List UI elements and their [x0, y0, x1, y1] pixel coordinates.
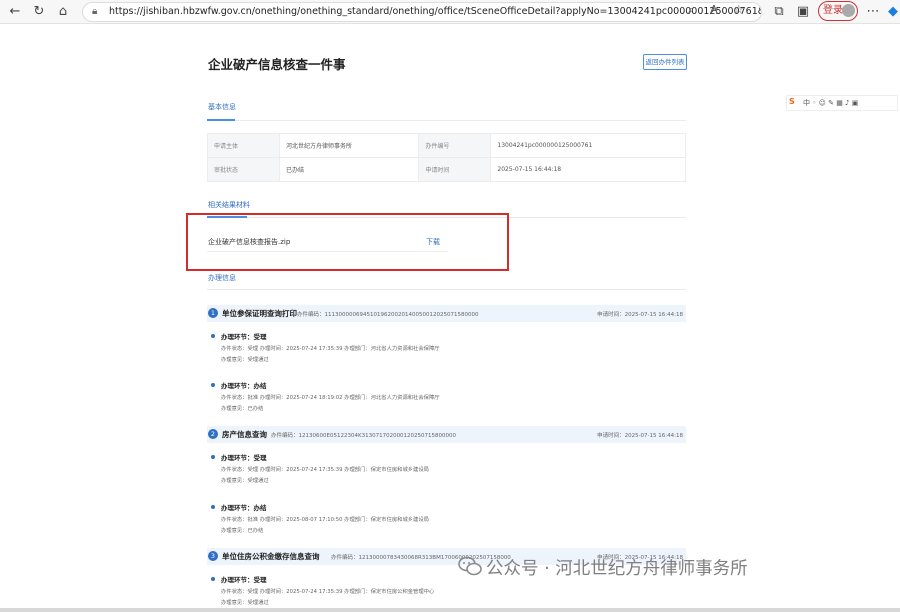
- step-header: 1 单位参保证明查询打印 办件编码：1113000006945101962002…: [207, 305, 686, 322]
- time-label: 申请时间: [418, 157, 492, 182]
- step-header: 2 房产信息查询 办件编码：12130600E05122304K31307170…: [207, 426, 686, 443]
- node-title: 办理环节：受理: [221, 576, 267, 584]
- zoom-icon[interactable]: ⌕: [688, 3, 694, 17]
- divider: [207, 289, 686, 290]
- time-value: 2025-07-15 16:44:18: [490, 157, 686, 182]
- highlight-box: [186, 213, 509, 271]
- taskbar-edge: [0, 608, 900, 612]
- node-dot: [211, 383, 215, 387]
- read-aloud-icon[interactable]: A: [710, 3, 718, 17]
- node-title: 办理环节：办结: [221, 504, 267, 512]
- step-time: 申请时间：2025-07-15 16:44:18: [597, 433, 683, 439]
- node-opinion: 办理意见：受理通过: [221, 478, 269, 484]
- node-title: 办理环节：受理: [221, 333, 267, 341]
- step-number: 3: [208, 551, 218, 561]
- status-label: 审批状态: [207, 157, 280, 182]
- favorite-star-icon[interactable]: ☆: [734, 3, 744, 17]
- node-opinion: 办理意见：受理通过: [221, 600, 269, 606]
- apply-no-value: 13004241pc000000125000761: [490, 133, 686, 158]
- ime-toolbar[interactable]: S 中 ◦ ☺ ✎ ▦ ♪ ▣: [786, 95, 898, 111]
- step-name: 房产信息查询: [222, 430, 267, 439]
- node-dot: [211, 334, 215, 338]
- page-content: 企业破产信息核查一件事 返回办件列表 基本信息 申请主体 河北世纪方舟律师事务所…: [0, 25, 900, 612]
- step-name: 单位住房公积金缴存信息查询: [222, 552, 320, 561]
- step-name: 单位参保证明查询打印: [222, 309, 297, 318]
- avatar: [842, 4, 855, 17]
- url-text: https://jishiban.hbzwfw.gov.cn/onething/…: [109, 6, 761, 17]
- step-code: 办件编码：11130000069451019620020140050012025…: [297, 312, 479, 318]
- step-number: 1: [208, 308, 218, 318]
- node-title: 办理环节：办结: [221, 382, 267, 390]
- node-detail: 办件状态：批准 办理时间：2025-07-24 18:19:02 办理部门：河北…: [221, 395, 440, 401]
- applicant-label: 申请主体: [207, 133, 280, 158]
- node-opinion: 办理意见：已办结: [221, 406, 264, 412]
- login-button[interactable]: 登录: [818, 1, 858, 21]
- step-number: 2: [208, 429, 218, 439]
- copilot-icon[interactable]: ◆: [884, 3, 900, 21]
- node-detail: 办件状态：受理 办理时间：2025-07-24 17:35:39 办理部门：河北…: [221, 346, 440, 352]
- basic-info-table: 申请主体 河北世纪方舟律师事务所 办件编号 13004241pc00000012…: [207, 133, 686, 182]
- applicant-value: 河北世纪方舟律师事务所: [278, 133, 420, 158]
- back-to-list-button[interactable]: 返回办件列表: [643, 54, 687, 70]
- login-label: 登录: [823, 5, 843, 16]
- more-icon[interactable]: ⋯: [864, 3, 882, 21]
- watermark: 公众号 · 河北世纪方舟律师事务所: [458, 555, 748, 580]
- node-detail: 办件状态：批准 办理时间：2025-08-07 17:10:50 办理部门：保定…: [221, 517, 429, 523]
- node-detail: 办件状态：受理 办理时间：2025-07-24 17:35:39 办理部门：保定…: [221, 467, 429, 473]
- address-bar[interactable]: 🔒︎ https://jishiban.hbzwfw.gov.cn/onethi…: [82, 2, 762, 22]
- browser-toolbar: ← ↻ ⌂ 🔒︎ https://jishiban.hbzwfw.gov.cn/…: [0, 0, 900, 24]
- tab-results[interactable]: 相关结果材料: [208, 200, 250, 210]
- node-detail: 办件状态：受理 办理时间：2025-07-24 17:35:39 办理部门：保定…: [221, 589, 435, 595]
- tab-underline: [207, 119, 235, 121]
- step-code: 办件编码：12130600E05122304K31307170200012025…: [271, 433, 457, 439]
- node-dot: [211, 505, 215, 509]
- sogou-icon: S: [789, 97, 795, 106]
- home-icon[interactable]: ⌂: [54, 3, 72, 21]
- tab-basic-info[interactable]: 基本信息: [208, 102, 236, 112]
- split-screen-icon[interactable]: ⧉: [770, 3, 788, 21]
- node-opinion: 办理意见：受理通过: [221, 357, 269, 363]
- page-title: 企业破产信息核查一件事: [208, 57, 346, 72]
- status-value: 已办结: [278, 157, 420, 182]
- node-dot: [211, 577, 215, 581]
- ime-tools-icon: 中 ◦ ☺ ✎ ▦ ♪ ▣: [803, 99, 859, 107]
- node-opinion: 办理意见：已办结: [221, 528, 264, 534]
- apply-no-label: 办件编号: [418, 133, 492, 158]
- watermark-text: 公众号 · 河北世纪方舟律师事务所: [486, 559, 748, 579]
- divider: [207, 120, 686, 121]
- extension-icon[interactable]: ▣: [794, 3, 812, 21]
- step-code: 办件编码：12130000783430068R313BM170060002025…: [331, 555, 511, 561]
- back-arrow-icon[interactable]: ←: [6, 3, 24, 21]
- step-time: 申请时间：2025-07-15 16:44:18: [597, 312, 683, 318]
- node-title: 办理环节：受理: [221, 454, 267, 462]
- refresh-icon[interactable]: ↻: [30, 3, 48, 21]
- site-info-icon[interactable]: 🔒︎: [92, 3, 97, 21]
- tab-process-info[interactable]: 办理信息: [208, 273, 236, 283]
- node-dot: [211, 455, 215, 459]
- wechat-icon: [458, 556, 482, 576]
